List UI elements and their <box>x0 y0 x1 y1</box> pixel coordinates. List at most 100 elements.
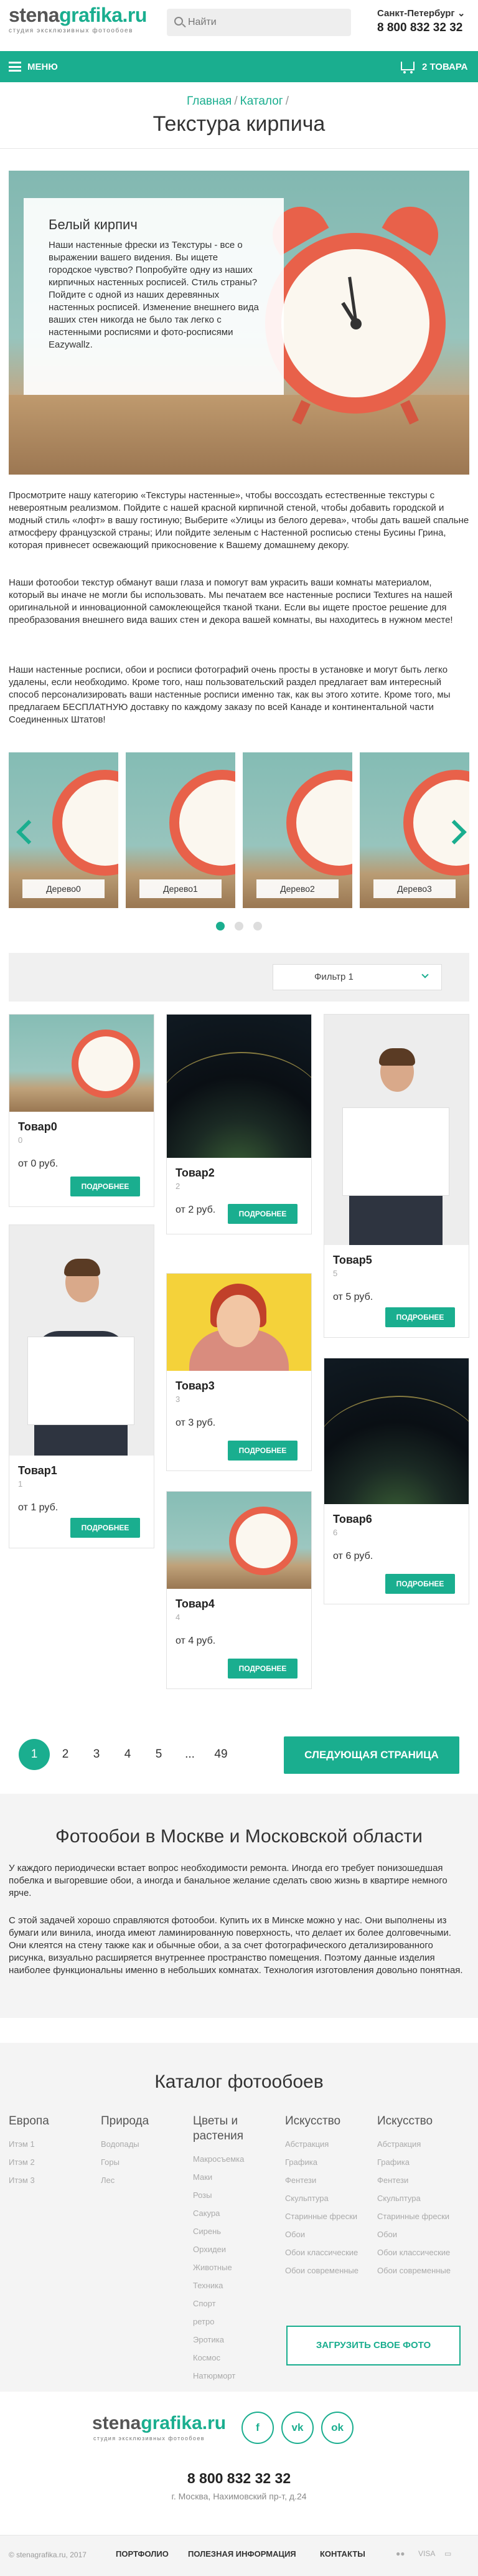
page-link[interactable]: 1 <box>19 1739 50 1770</box>
catalog-link[interactable]: Графика <box>285 2153 372 2171</box>
catalog-link[interactable]: Обои классические <box>377 2243 464 2261</box>
footer-phone[interactable]: 8 800 832 32 32 <box>0 2470 478 2487</box>
catalog-link[interactable]: Абстракция <box>377 2135 464 2153</box>
catalog-link[interactable]: Сакура <box>193 2204 280 2222</box>
odnoklassniki-icon[interactable]: ok <box>321 2412 354 2444</box>
product-card[interactable]: Товар5 5 от 5 руб. ПОДРОБНЕЕ <box>324 1014 469 1338</box>
details-button[interactable]: ПОДРОБНЕЕ <box>70 1177 140 1196</box>
catalog-link[interactable]: Натюрморт <box>193 2367 280 2385</box>
catalog-link[interactable]: Скульптура <box>377 2189 464 2207</box>
catalog-link[interactable]: Розы <box>193 2186 280 2204</box>
chevron-right-icon[interactable] <box>448 818 462 843</box>
slider-dot[interactable] <box>235 922 243 930</box>
product-card[interactable]: Товар0 0 от 0 руб. ПОДРОБНЕЕ <box>9 1014 154 1207</box>
page-link[interactable]: 3 <box>81 1739 112 1770</box>
catalog-link[interactable]: Спорт <box>193 2294 280 2313</box>
catalog-link[interactable]: Космос <box>193 2349 280 2367</box>
details-button[interactable]: ПОДРОБНЕЕ <box>385 1307 455 1327</box>
catalog-column-title[interactable]: Европа <box>9 2114 96 2129</box>
search-box[interactable] <box>167 9 351 36</box>
catalog-column-title[interactable]: Природа <box>101 2114 188 2129</box>
catalog-link[interactable]: Итэм 1 <box>9 2135 96 2153</box>
facebook-icon[interactable]: f <box>241 2412 274 2444</box>
product-name[interactable]: Товар0 <box>18 1120 154 1134</box>
upload-photo-button[interactable]: ЗАГРУЗИТЬ СВОЕ ФОТО <box>286 2326 461 2365</box>
site-logo[interactable]: stenagrafika.ru <box>9 4 147 27</box>
details-button[interactable]: ПОДРОБНЕЕ <box>385 1574 455 1594</box>
product-image[interactable] <box>324 1015 469 1245</box>
product-name[interactable]: Товар4 <box>176 1598 311 1611</box>
catalog-link[interactable]: Животные <box>193 2258 280 2276</box>
next-page-button[interactable]: СЛЕДУЮЩАЯ СТРАНИЦА <box>284 1736 459 1774</box>
header-phone[interactable]: 8 800 832 32 32 <box>377 21 462 35</box>
catalog-link[interactable]: Обои современные <box>377 2261 464 2280</box>
product-image[interactable] <box>167 1274 311 1371</box>
catalog-link[interactable]: Итэм 2 <box>9 2153 96 2171</box>
product-card[interactable]: Товар6 6 от 6 руб. ПОДРОБНЕЕ <box>324 1358 469 1604</box>
catalog-link[interactable]: Обои <box>285 2225 372 2243</box>
product-name[interactable]: Товар2 <box>176 1167 311 1180</box>
catalog-link[interactable]: Фентези <box>285 2171 372 2189</box>
catalog-link[interactable]: Фентези <box>377 2171 464 2189</box>
catalog-link[interactable]: Итэм 3 <box>9 2171 96 2189</box>
page-link[interactable]: 2 <box>50 1739 81 1770</box>
catalog-link[interactable]: Обои <box>377 2225 464 2243</box>
product-card[interactable]: Товар4 4 от 4 руб. ПОДРОБНЕЕ <box>166 1491 312 1689</box>
search-input[interactable] <box>188 9 344 36</box>
product-card[interactable]: Товар1 1 от 1 руб. ПОДРОБНЕЕ <box>9 1224 154 1548</box>
filter-select[interactable]: Фильтр 1 <box>273 964 442 990</box>
catalog-link[interactable]: Техника <box>193 2276 280 2294</box>
footer-logo[interactable]: stenagrafika.ru <box>92 2413 226 2434</box>
catalog-link[interactable]: Графика <box>377 2153 464 2171</box>
catalog-link[interactable]: Обои современные <box>285 2261 372 2280</box>
product-name[interactable]: Товар5 <box>333 1254 469 1267</box>
chevron-left-icon[interactable] <box>16 818 30 843</box>
slide-item[interactable]: Дерево2 <box>243 752 352 908</box>
page-link[interactable]: 49 <box>205 1739 237 1770</box>
details-button[interactable]: ПОДРОБНЕЕ <box>228 1204 298 1224</box>
catalog-column-title[interactable]: Искусство <box>377 2114 464 2129</box>
details-button[interactable]: ПОДРОБНЕЕ <box>228 1441 298 1461</box>
catalog-link[interactable]: Старинные фрески <box>377 2207 464 2225</box>
catalog-link[interactable]: Лес <box>101 2171 188 2189</box>
slider-dot[interactable] <box>216 922 225 930</box>
catalog-link[interactable]: Сирень <box>193 2222 280 2240</box>
product-name[interactable]: Товар6 <box>333 1513 469 1526</box>
catalog-link[interactable]: Абстракция <box>285 2135 372 2153</box>
slide-item[interactable]: Дерево1 <box>126 752 235 908</box>
catalog-link[interactable]: Макросъемка <box>193 2150 280 2168</box>
footer-link-contacts[interactable]: КОНТАКТЫ <box>320 2549 365 2559</box>
product-image[interactable] <box>167 1015 311 1158</box>
cart-button[interactable]: 2 ТОВАРА <box>422 62 467 72</box>
details-button[interactable]: ПОДРОБНЕЕ <box>70 1518 140 1538</box>
catalog-link[interactable]: Старинные фрески <box>285 2207 372 2225</box>
city-select[interactable]: Санкт-Петербург ⌄ <box>377 7 465 19</box>
product-name[interactable]: Товар3 <box>176 1380 311 1393</box>
catalog-link[interactable]: Орхидеи <box>193 2240 280 2258</box>
footer-link-info[interactable]: ПОЛЕЗНАЯ ИНФОРМАЦИЯ <box>188 2549 296 2559</box>
product-image[interactable] <box>167 1492 311 1589</box>
details-button[interactable]: ПОДРОБНЕЕ <box>228 1659 298 1679</box>
page-link[interactable]: 5 <box>143 1739 174 1770</box>
menu-button[interactable]: МЕНЮ <box>27 62 58 72</box>
product-image[interactable] <box>324 1358 469 1504</box>
catalog-link[interactable]: Водопады <box>101 2135 188 2153</box>
catalog-link[interactable]: Обои классические <box>285 2243 372 2261</box>
breadcrumb-home[interactable]: Главная <box>187 95 232 108</box>
slider-dot[interactable] <box>253 922 262 930</box>
catalog-link[interactable]: Маки <box>193 2168 280 2186</box>
catalog-link[interactable]: Эротика <box>193 2331 280 2349</box>
product-card[interactable]: Товар3 3 от 3 руб. ПОДРОБНЕЕ <box>166 1273 312 1471</box>
vk-icon[interactable]: vk <box>281 2412 314 2444</box>
hamburger-icon[interactable] <box>9 62 21 72</box>
search-icon[interactable] <box>174 17 183 26</box>
catalog-link[interactable]: Горы <box>101 2153 188 2171</box>
product-card[interactable]: Товар2 2 от 2 руб. ПОДРОБНЕЕ <box>166 1014 312 1234</box>
footer-link-portfolio[interactable]: ПОРТФОЛИО <box>116 2549 169 2559</box>
page-link[interactable]: 4 <box>112 1739 143 1770</box>
catalog-column-title[interactable]: Искусство <box>285 2114 372 2129</box>
catalog-column-title[interactable]: Цветы и растения <box>193 2114 280 2144</box>
product-image[interactable] <box>9 1015 154 1112</box>
breadcrumb-catalog[interactable]: Каталог <box>240 95 283 108</box>
cart-icon[interactable] <box>401 62 415 73</box>
